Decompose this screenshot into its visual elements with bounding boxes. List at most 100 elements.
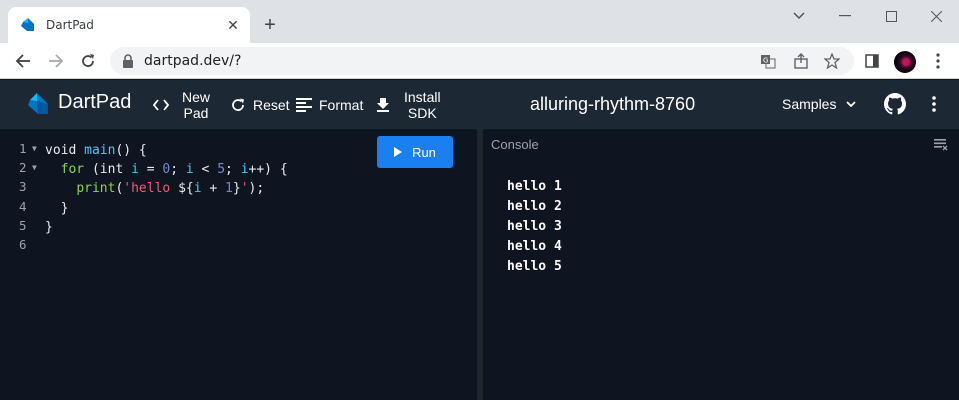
code-token: ; xyxy=(225,162,241,178)
back-icon[interactable] xyxy=(11,49,35,73)
code-token: print xyxy=(76,181,116,197)
line-number: 5 xyxy=(19,217,27,233)
new-pad-label-line2: Pad xyxy=(183,104,209,121)
code-token: ' xyxy=(240,181,249,197)
code-content[interactable]: void main() { for (int i = 0; i < 5; i++… xyxy=(45,141,288,256)
console-title: Console xyxy=(491,137,539,152)
profile-avatar[interactable] xyxy=(894,51,916,73)
minimize-icon[interactable] xyxy=(822,4,868,28)
code-line: } xyxy=(45,218,288,237)
line-number-gutter: 1 ▼ 2 ▼ 3 4 5 6 xyxy=(0,141,42,256)
github-icon[interactable] xyxy=(884,93,906,115)
tab-close-icon[interactable]: ✕ xyxy=(222,14,244,36)
code-token: ++) { xyxy=(248,162,288,178)
chevron-down-icon xyxy=(846,101,857,107)
install-sdk-button[interactable]: Install SDK xyxy=(374,80,441,129)
browser-tab[interactable]: DartPad ✕ xyxy=(8,7,250,43)
run-label: Run xyxy=(412,144,436,160)
clear-console-icon[interactable] xyxy=(934,139,948,151)
format-label: Format xyxy=(319,96,364,113)
dart-logo-icon xyxy=(28,93,48,114)
install-sdk-label-line1: Install xyxy=(404,88,441,105)
code-token: () { xyxy=(115,143,147,158)
new-pad-label-line1: New xyxy=(182,88,211,105)
console-output-line: hello 3 xyxy=(507,219,562,234)
code-token: < xyxy=(193,162,218,178)
app-title: DartPad xyxy=(58,91,132,113)
code-line: void main() { xyxy=(45,141,288,160)
line-number: 4 xyxy=(19,198,27,214)
console-output-line: hello 4 xyxy=(507,239,562,254)
code-token: } xyxy=(45,200,69,216)
address-bar[interactable]: dartpad.dev/? G xyxy=(110,47,854,75)
browser-menu-icon[interactable] xyxy=(928,51,948,71)
browser-toolbar: dartpad.dev/? G xyxy=(0,43,959,79)
translate-icon[interactable]: G xyxy=(760,53,776,69)
url-text: dartpad.dev/? xyxy=(144,53,242,69)
code-editor[interactable]: 1 ▼ 2 ▼ 3 4 5 6 void main() { for (int i = 0; i… xyxy=(0,129,477,400)
pad-name: alluring-rhythm-8760 xyxy=(530,94,696,114)
maximize-icon[interactable] xyxy=(868,4,914,28)
browser-tab-strip: DartPad ✕ + xyxy=(0,0,959,43)
more-menu-icon[interactable] xyxy=(924,94,944,114)
reload-icon[interactable] xyxy=(76,49,100,73)
format-button[interactable]: Format xyxy=(295,80,363,129)
download-icon xyxy=(374,96,392,114)
console-output: hello 1 hello 2 hello 3 hello 4 hello 5 xyxy=(507,177,562,277)
share-icon[interactable] xyxy=(793,53,809,69)
code-token: main xyxy=(84,143,116,158)
line-number: 1 ▼ xyxy=(19,141,37,156)
console-output-line: hello 5 xyxy=(507,259,562,274)
console-output-line: hello 2 xyxy=(507,199,562,214)
reset-button[interactable]: Reset xyxy=(229,80,290,129)
refresh-icon xyxy=(229,96,247,114)
line-number: 3 xyxy=(19,179,27,195)
code-token: (int xyxy=(84,162,132,178)
code-token: 1 xyxy=(225,181,233,197)
code-token: i xyxy=(193,181,202,197)
fold-arrow-icon[interactable]: ▼ xyxy=(32,144,37,153)
code-line: } xyxy=(45,199,288,218)
code-icon xyxy=(152,96,170,114)
code-token: } xyxy=(232,181,241,197)
tab-search-icon[interactable] xyxy=(776,4,822,28)
code-token: + xyxy=(201,181,226,197)
code-token: i xyxy=(240,162,249,178)
code-token: 5 xyxy=(217,162,226,178)
code-token: ; xyxy=(170,162,186,178)
fold-arrow-icon[interactable]: ▼ xyxy=(32,163,37,172)
line-number: 2 ▼ xyxy=(19,160,37,176)
code-token: i xyxy=(185,162,194,178)
new-pad-button[interactable]: New Pad xyxy=(152,80,210,129)
reset-label: Reset xyxy=(253,96,290,113)
samples-dropdown[interactable]: Samples xyxy=(782,96,857,112)
code-token: for xyxy=(60,162,85,178)
forward-icon[interactable] xyxy=(44,49,68,73)
console-output-line: hello 1 xyxy=(507,179,562,194)
play-icon xyxy=(394,147,403,157)
code-token: ); xyxy=(248,181,265,197)
dart-favicon-icon xyxy=(21,18,34,31)
tab-title: DartPad xyxy=(46,18,94,32)
code-token: = xyxy=(138,162,163,178)
code-line: print('hello ${i + 1}'); xyxy=(45,179,288,198)
code-token: i xyxy=(131,162,139,178)
close-window-icon[interactable] xyxy=(913,4,959,28)
code-token: void xyxy=(45,143,85,158)
code-token: } xyxy=(45,219,53,235)
format-align-icon xyxy=(295,96,313,114)
dartpad-header: DartPad New Pad Reset Format Install SDK… xyxy=(0,80,959,129)
side-panel-icon[interactable] xyxy=(862,51,882,71)
console-panel: Console hello 1 hello 2 hello 3 hello 4 hell… xyxy=(483,129,959,400)
lock-icon xyxy=(123,54,133,68)
code-token: 'hello xyxy=(123,181,179,197)
line-number: 6 xyxy=(19,236,27,252)
run-button[interactable]: Run xyxy=(377,136,453,168)
code-token: ${ xyxy=(178,181,194,197)
new-tab-button[interactable]: + xyxy=(259,14,281,36)
code-line: for (int i = 0; i < 5; i++) { xyxy=(45,160,288,179)
bookmark-star-icon[interactable] xyxy=(824,53,840,69)
